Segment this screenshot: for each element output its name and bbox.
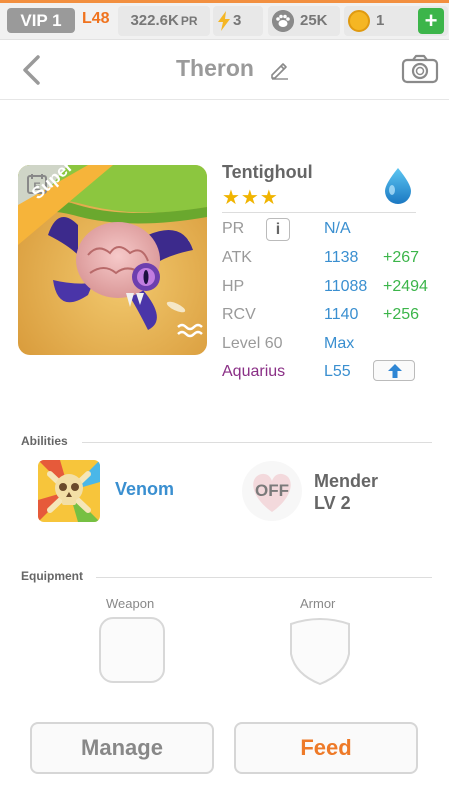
energy-value: 3 [233, 12, 242, 29]
abilities-divider [82, 442, 432, 443]
stat-bonus-hp: +2494 [383, 278, 428, 295]
coin-counter[interactable]: 1 + [344, 6, 448, 36]
stat-bonus-rcv: +256 [383, 306, 420, 323]
stat-bonus-atk: +267 [383, 249, 420, 266]
pr-unit: PR [180, 14, 198, 28]
page-header: Theron [0, 41, 449, 100]
ability-mender-label: Mender [314, 471, 379, 491]
camera-icon[interactable] [401, 54, 439, 84]
coin-value: 1 [376, 12, 385, 29]
armor-label: Armor [300, 596, 336, 611]
stat-value-rcv: 1140 [324, 306, 359, 323]
abilities-title: Abilities [21, 434, 68, 448]
add-coins-button[interactable]: + [418, 8, 444, 34]
water-drop-icon [385, 168, 411, 204]
paw-icon [272, 10, 294, 32]
status-accent-line [0, 0, 449, 3]
info-button[interactable]: i [266, 218, 290, 241]
player-level: L48 [82, 10, 110, 27]
ability-mender-level: LV 2 [314, 493, 351, 513]
star-rating: ★★★ [222, 187, 279, 209]
weapon-slot[interactable] [99, 617, 165, 683]
feed-button[interactable]: Feed [234, 722, 418, 774]
armor-slot[interactable] [287, 616, 353, 686]
stat-label-rcv: RCV [222, 306, 256, 323]
ability-state-off: OFF [255, 481, 289, 500]
ability-mender-name: Mender LV 2 [314, 470, 378, 514]
monster-portrait[interactable]: E Super [18, 165, 207, 355]
equipment-title: Equipment [21, 569, 83, 583]
status-bar: VIP 1 L48 322.6K PR 3 25K 1 + [0, 0, 449, 40]
skull-icon [38, 460, 100, 522]
paw-counter[interactable]: 25K [268, 6, 340, 36]
ability-venom-icon[interactable] [38, 460, 100, 522]
stat-value-pr: N/A [324, 220, 351, 237]
stat-label-hp: HP [222, 278, 245, 295]
stat-label-pr: PR [222, 220, 245, 237]
monster-name: Tentighoul [222, 162, 313, 182]
upgrade-button[interactable] [373, 360, 415, 381]
pencil-icon[interactable] [268, 58, 290, 80]
pr-value: 322.6K [130, 12, 179, 29]
pr-counter: 322.6K PR [118, 6, 210, 36]
stat-value-level: Max [324, 335, 355, 352]
lightning-icon [218, 11, 230, 31]
stat-value-atk: 1138 [324, 249, 359, 266]
stat-label-atk: ATK [222, 249, 252, 266]
paw-value: 25K [300, 12, 328, 29]
manage-button[interactable]: Manage [30, 722, 214, 774]
vip-badge[interactable]: VIP 1 [7, 8, 75, 33]
stats-divider [222, 212, 416, 213]
ability-mender-icon[interactable]: OFF [241, 460, 303, 522]
stat-label-sign: Aquarius [222, 363, 286, 380]
stat-value-hp: 11088 [324, 278, 368, 295]
ability-venom-name: Venom [115, 479, 175, 499]
stat-value-sign: L55 [324, 363, 351, 380]
equipment-divider [96, 577, 432, 578]
stat-label-level: Level 60 [222, 335, 283, 352]
arrow-up-icon [388, 364, 402, 378]
chevron-left-icon[interactable] [18, 53, 46, 87]
weapon-label: Weapon [106, 596, 155, 611]
page-title: Theron [176, 55, 254, 81]
coin-icon [348, 10, 370, 32]
energy-counter[interactable]: 3 [213, 6, 263, 36]
